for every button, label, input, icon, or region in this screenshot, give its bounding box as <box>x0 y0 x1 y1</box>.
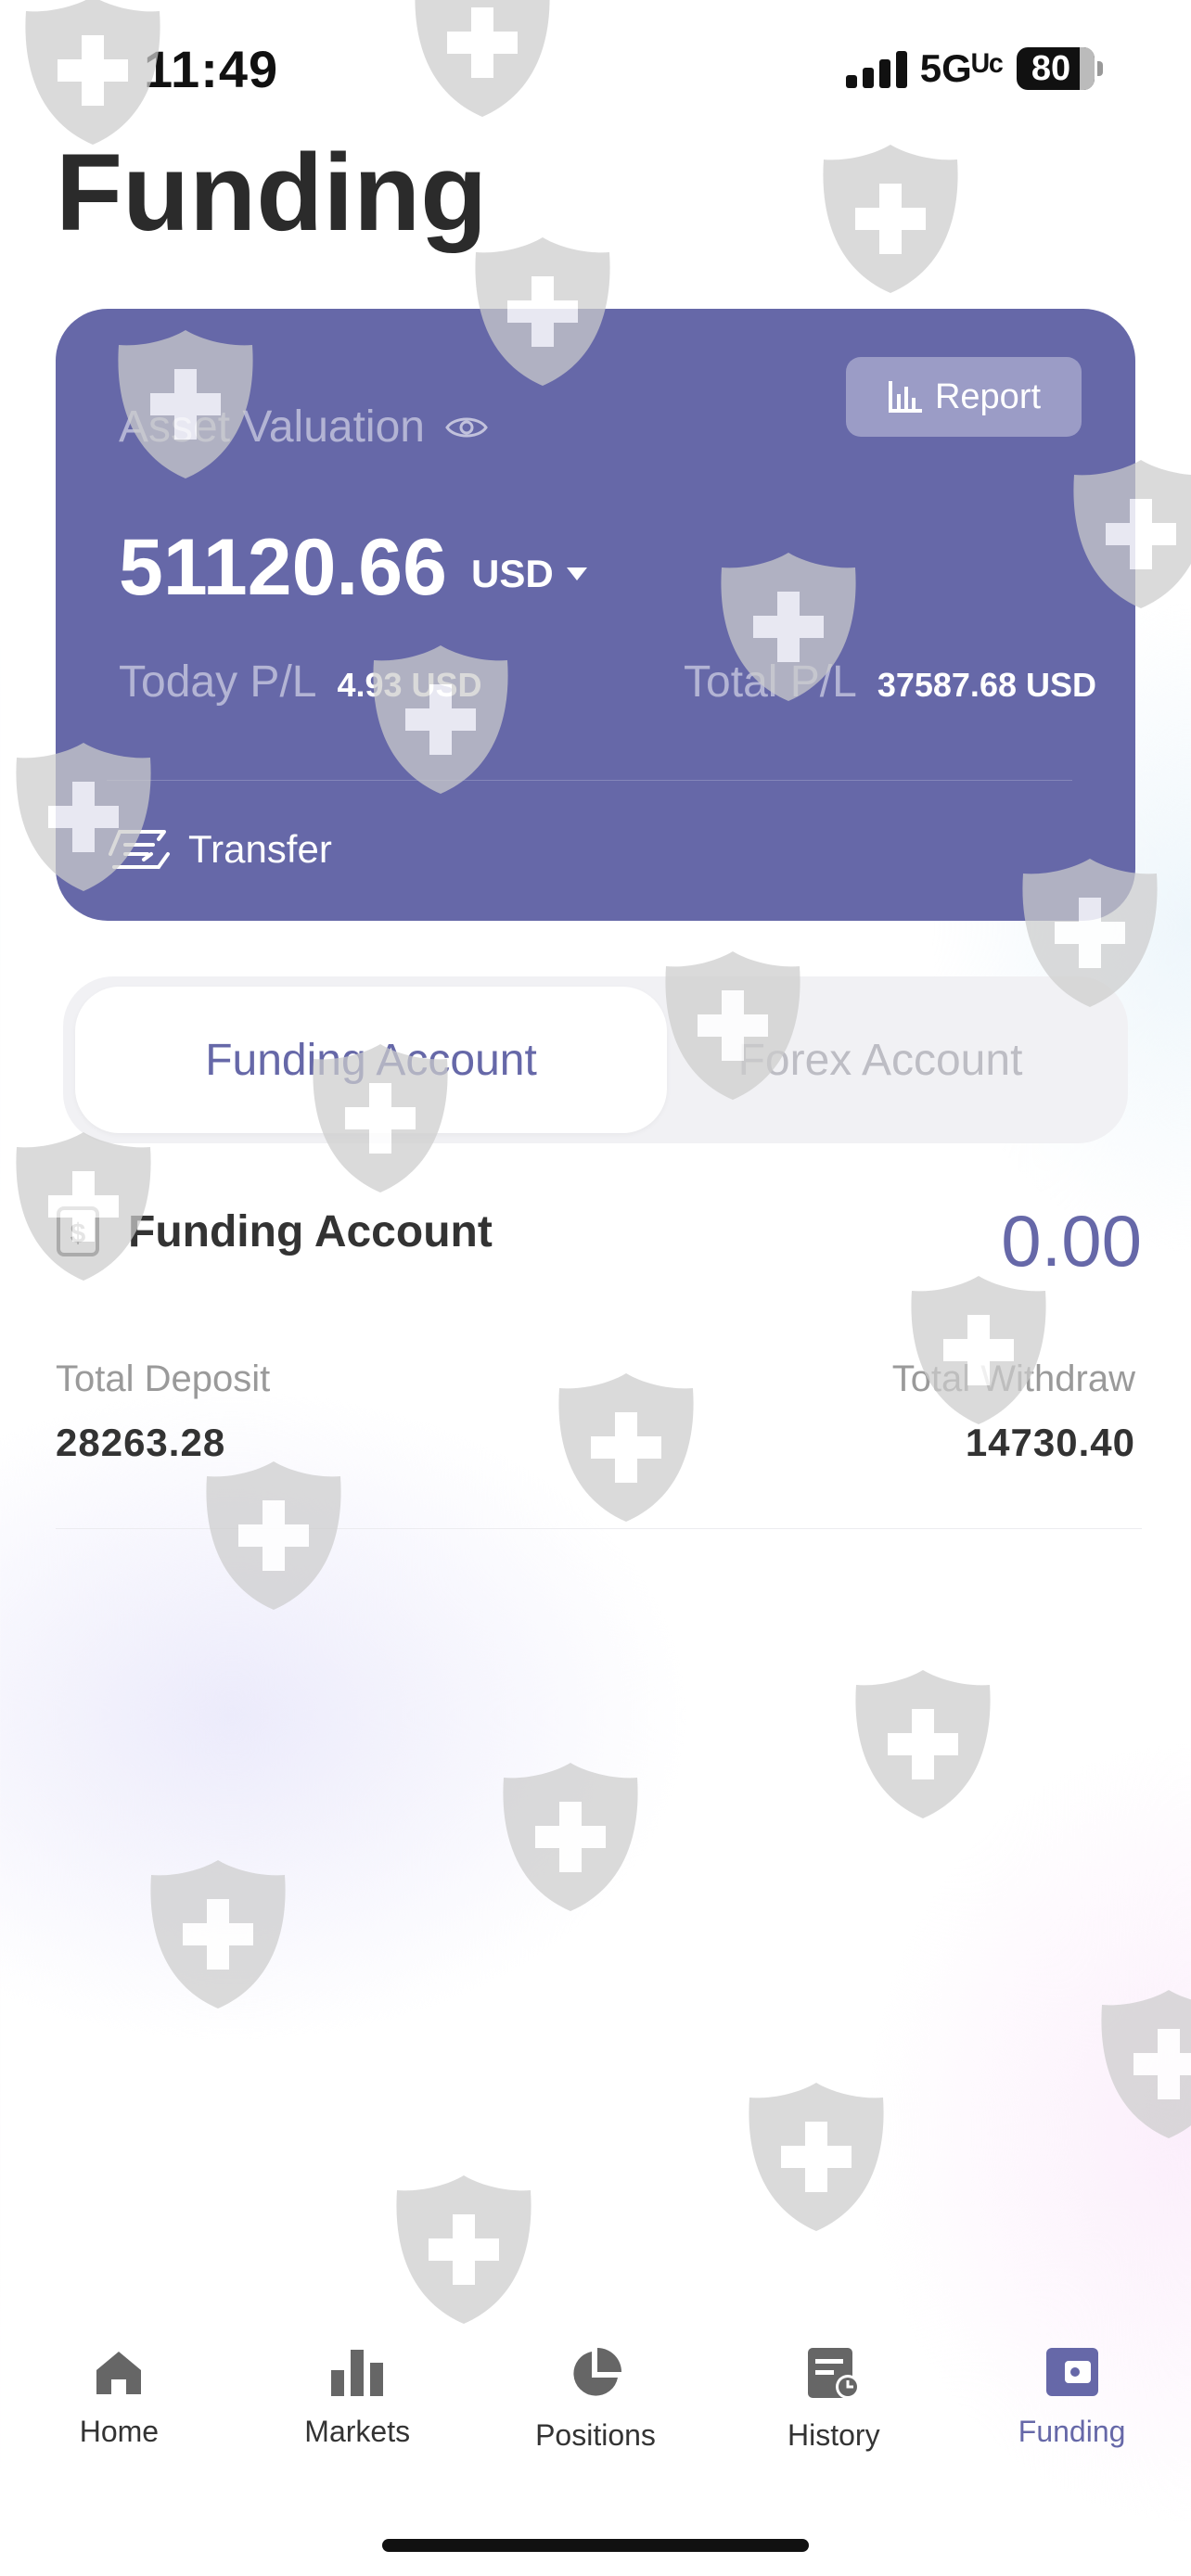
watermark-shield-icon <box>904 1270 1053 1428</box>
tabbar-label-funding: Funding <box>1018 2415 1126 2448</box>
report-icon <box>888 381 922 413</box>
caret-down-icon <box>566 567 587 580</box>
status-indicators: 5Gᵁᶜ 80 <box>845 46 1103 91</box>
watermark-shield-icon <box>714 547 863 705</box>
transfer-label: Transfer <box>188 827 332 871</box>
network-type: 5Gᵁᶜ <box>919 46 1004 90</box>
page-title: Funding <box>56 132 488 254</box>
home-indicator <box>382 2539 809 2552</box>
watermark-shield-icon <box>659 946 807 1103</box>
watermark-shield-icon <box>9 1127 158 1284</box>
watermark-shield-icon <box>742 2077 890 2235</box>
funding-account-title: Funding Account <box>128 1206 493 1256</box>
tabbar-item-positions[interactable]: Positions <box>477 2346 715 2504</box>
total-pl-value: 37587.68 USD <box>877 666 1096 704</box>
tabbar-item-history[interactable]: History <box>714 2346 953 2504</box>
watermark-shield-icon <box>390 2170 538 2327</box>
watermark-shield-icon <box>1095 1984 1191 2142</box>
tabbar-label-history: History <box>788 2418 880 2452</box>
bar-chart-icon <box>331 2350 384 2396</box>
report-button[interactable]: Report <box>846 357 1082 437</box>
total-deposit-label: Total Deposit <box>56 1358 271 1399</box>
tabbar-label-markets: Markets <box>304 2415 411 2448</box>
watermark-shield-icon <box>366 640 515 797</box>
cellular-signal-icon <box>845 49 907 88</box>
watermark-shield-icon <box>144 1855 292 2012</box>
watermark-shield-icon <box>111 325 260 482</box>
watermark-shield-icon <box>468 232 617 389</box>
tabbar-item-funding[interactable]: Funding <box>953 2346 1191 2504</box>
card-divider <box>107 780 1072 781</box>
watermark-shield-icon <box>1016 853 1164 1011</box>
asset-value: 51120.66 <box>119 523 447 612</box>
watermark-shield-icon <box>1067 454 1191 612</box>
watermark-shield-icon <box>9 737 158 895</box>
watermark-shield-icon <box>408 0 557 121</box>
currency-label: USD <box>471 552 554 595</box>
tabbar-label-home: Home <box>79 2415 160 2448</box>
watermark-shield-icon <box>19 0 167 148</box>
tabbar-label-positions: Positions <box>535 2418 656 2452</box>
watermark-shield-icon <box>816 139 965 297</box>
battery-icon: 80 <box>1017 47 1103 90</box>
currency-selector[interactable]: USD <box>471 552 587 596</box>
watermark-shield-icon <box>552 1368 700 1525</box>
home-icon <box>96 2352 142 2394</box>
pie-chart-icon <box>573 2348 621 2396</box>
battery-level: 80 <box>1031 48 1071 88</box>
watermark-shield-icon <box>199 1456 348 1613</box>
bottom-tab-bar: Home Markets Positions History Funding <box>0 2346 1191 2504</box>
wallet-icon <box>1045 2348 1098 2396</box>
tabbar-item-home[interactable]: Home <box>0 2346 238 2504</box>
watermark-shield-icon <box>496 1757 645 1915</box>
eye-icon[interactable] <box>445 414 488 441</box>
tabbar-item-markets[interactable]: Markets <box>238 2346 477 2504</box>
account-tabs: Funding Account Forex Account <box>63 976 1128 1143</box>
watermark-shield-icon <box>849 1664 997 1822</box>
report-label: Report <box>934 376 1042 416</box>
history-icon <box>807 2348 860 2399</box>
today-pl-label: Today P/L <box>119 657 317 707</box>
watermark-shield-icon <box>306 1039 455 1196</box>
